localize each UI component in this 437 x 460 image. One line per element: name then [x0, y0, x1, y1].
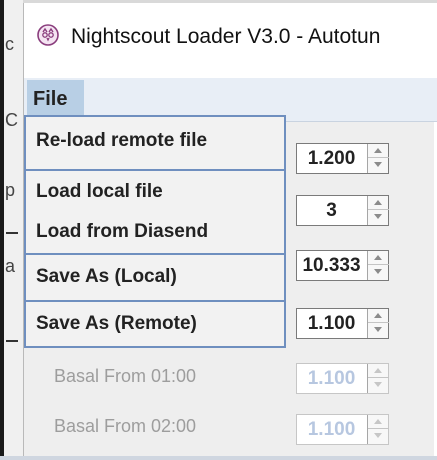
spinner-arrows — [367, 144, 389, 173]
value-spinner[interactable]: 1.100 — [296, 308, 389, 339]
owl-icon — [37, 24, 59, 46]
window-title: Nightscout Loader V3.0 - Autotun — [71, 25, 381, 48]
desktop-edge-bottom — [0, 456, 437, 460]
menu-item-save-local[interactable]: Save As (Local) — [26, 266, 284, 288]
title-bar[interactable]: Nightscout Loader V3.0 - Autotun — [24, 3, 437, 78]
spinner-down-button — [368, 378, 389, 392]
basal-row-label: Basal From 01:00 — [54, 366, 197, 386]
triangle-down-icon — [374, 269, 382, 274]
menu-separator — [26, 169, 284, 171]
menu-separator — [26, 300, 284, 302]
spinner-arrows — [367, 251, 389, 280]
spinner-value: 1.100 — [307, 419, 356, 440]
background-window-strip: c C p a — [4, 0, 23, 456]
spinner-down-button[interactable] — [368, 323, 389, 337]
triangle-down-icon — [374, 162, 382, 167]
triangle-up-icon — [374, 419, 382, 424]
triangle-down-icon — [374, 433, 382, 438]
menu-item-save-remote[interactable]: Save As (Remote) — [26, 313, 284, 335]
menu-item-load-local[interactable]: Load local file — [26, 181, 284, 203]
value-spinner[interactable]: 1.200 — [296, 143, 389, 174]
spinner-arrows — [367, 415, 389, 444]
triangle-up-icon — [374, 148, 382, 153]
background-letter: c — [5, 34, 14, 54]
background-letter: a — [5, 256, 16, 276]
basal-row-label: Basal From 02:00 — [54, 416, 197, 436]
spinner-up-button[interactable] — [368, 196, 389, 210]
spinner-up-button — [368, 364, 389, 378]
menu-separator — [26, 253, 284, 255]
spinner-arrows — [367, 196, 389, 225]
value-spinner-disabled: 1.100 — [296, 414, 389, 445]
spinner-down-button[interactable] — [368, 265, 389, 279]
spinner-arrows — [367, 364, 389, 393]
value-spinner-disabled: 1.100 — [296, 363, 389, 394]
spinner-value[interactable]: 10.333 — [297, 251, 366, 280]
value-spinner[interactable]: 3 — [296, 195, 389, 226]
spinner-up-button — [368, 415, 389, 429]
spinner-value[interactable]: 1.100 — [297, 309, 366, 338]
triangle-down-icon — [374, 382, 382, 387]
background-divider — [6, 340, 18, 342]
spinner-up-button[interactable] — [368, 309, 389, 323]
background-divider — [6, 232, 18, 234]
spinner-value: 1.100 — [307, 368, 356, 389]
menu-item-reload-remote[interactable]: Re-load remote file — [26, 130, 284, 152]
file-menu-dropdown: Re-load remote file Load local file Load… — [24, 115, 286, 348]
triangle-down-icon — [374, 214, 382, 219]
background-letter: p — [5, 180, 16, 200]
triangle-up-icon — [374, 255, 382, 260]
spinner-down-button[interactable] — [368, 158, 389, 172]
spinner-down-button — [368, 429, 389, 443]
spinner-up-button[interactable] — [368, 251, 389, 265]
triangle-down-icon — [374, 327, 382, 332]
spinner-value[interactable]: 1.200 — [297, 144, 366, 173]
spinner-arrows — [367, 309, 389, 338]
triangle-up-icon — [374, 313, 382, 318]
spinner-value[interactable]: 3 — [297, 196, 366, 225]
triangle-up-icon — [374, 200, 382, 205]
spinner-down-button[interactable] — [368, 210, 389, 224]
menu-file[interactable]: File — [27, 80, 84, 120]
menu-item-load-diasend[interactable]: Load from Diasend — [26, 221, 284, 243]
triangle-up-icon — [374, 368, 382, 373]
spinner-up-button[interactable] — [368, 144, 389, 158]
background-letter: C — [5, 110, 18, 130]
value-spinner[interactable]: 10.333 — [296, 250, 389, 281]
